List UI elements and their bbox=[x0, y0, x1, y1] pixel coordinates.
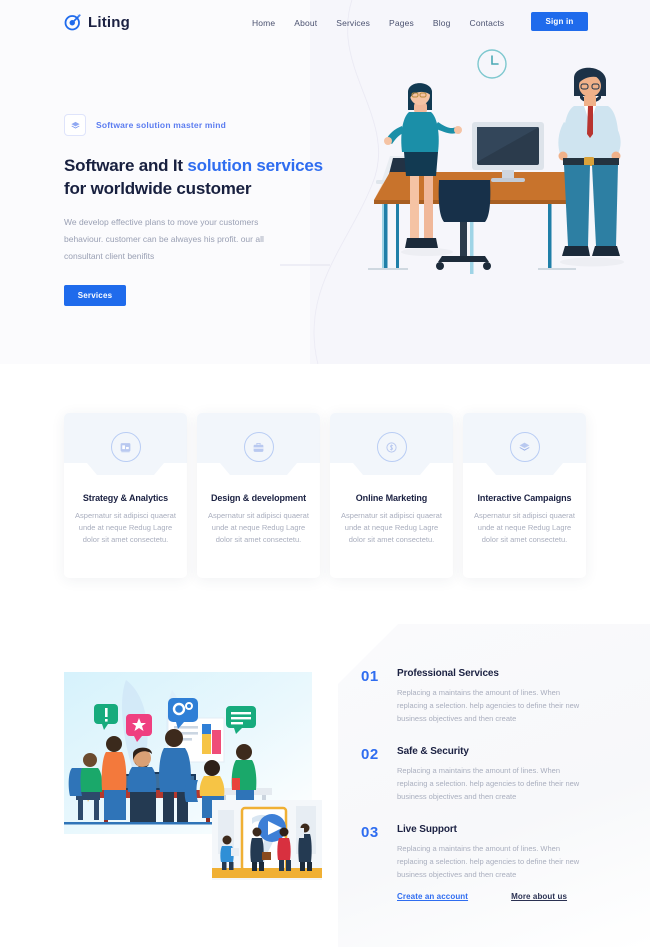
service-card[interactable]: Design & development Aspernatur sit adip… bbox=[197, 413, 320, 578]
layers-stack-icon bbox=[509, 432, 540, 462]
service-card[interactable]: Online Marketing Aspernatur sit adipisci… bbox=[330, 413, 453, 578]
card-text: Aspernatur sit adipisci quaerat unde at … bbox=[341, 511, 442, 544]
feature-list: 01 Professional Services Replacing a mai… bbox=[361, 668, 586, 902]
hero-description: We develop effective plans to move your … bbox=[64, 217, 264, 261]
sign-in-button[interactable]: Sign in bbox=[531, 12, 588, 31]
nav-links: Home About Services Pages Blog Contacts bbox=[252, 18, 504, 28]
card-title: Online Marketing bbox=[355, 493, 428, 503]
target-dart-icon bbox=[64, 14, 81, 31]
nav-item-about[interactable]: About bbox=[294, 18, 317, 28]
office-team-desk-illustration bbox=[368, 49, 624, 274]
wall-clock-icon bbox=[477, 49, 507, 79]
hero-title-highlight: solution services bbox=[187, 156, 323, 175]
feature-item: 02 Safe & Security Replacing a maintains… bbox=[361, 746, 586, 803]
hero-section: Liting Home About Services Pages Blog Co… bbox=[0, 0, 650, 364]
feature-item: 01 Professional Services Replacing a mai… bbox=[361, 668, 586, 725]
feature-text: Replacing a maintains the amount of line… bbox=[397, 688, 580, 723]
feature-title: Professional Services bbox=[397, 668, 499, 679]
card-title: Interactive Campaigns bbox=[477, 493, 572, 503]
coin-dollar-icon bbox=[376, 432, 407, 462]
card-title: Design & development bbox=[210, 493, 307, 503]
create-account-link[interactable]: Create an account bbox=[397, 892, 468, 901]
feature-number: 03 bbox=[361, 824, 379, 841]
feature-links: Create an account More about us bbox=[397, 892, 567, 901]
service-card[interactable]: Interactive Campaigns Aspernatur sit adi… bbox=[463, 413, 586, 578]
feature-number: 02 bbox=[361, 746, 379, 763]
feature-number: 01 bbox=[361, 668, 379, 685]
brand-logo[interactable]: Liting bbox=[64, 13, 130, 31]
hero-eyebrow-text: Software solution master mind bbox=[96, 120, 227, 130]
service-card[interactable]: Strategy & Analytics Aspernatur sit adip… bbox=[64, 413, 187, 578]
nav-item-pages[interactable]: Pages bbox=[389, 18, 414, 28]
hero-title-part2: for worldwide customer bbox=[64, 179, 252, 198]
more-about-us-link[interactable]: More about us bbox=[511, 892, 567, 901]
feature-text: Replacing a maintains the amount of line… bbox=[397, 766, 580, 801]
card-title: Strategy & Analytics bbox=[82, 493, 169, 503]
nav-item-services[interactable]: Services bbox=[336, 18, 370, 28]
hero-services-button[interactable]: Services bbox=[64, 285, 126, 306]
video-play-illustration bbox=[212, 800, 322, 880]
nav-item-home[interactable]: Home bbox=[252, 18, 275, 28]
hero-copy: Software solution master mind Software a… bbox=[64, 114, 334, 306]
nav-item-blog[interactable]: Blog bbox=[433, 18, 451, 28]
card-text: Aspernatur sit adipisci quaerat unde at … bbox=[208, 511, 309, 544]
main-navigation: Liting Home About Services Pages Blog Co… bbox=[0, 0, 650, 46]
card-text: Aspernatur sit adipisci quaerat unde at … bbox=[474, 511, 575, 544]
landing-page: Liting Home About Services Pages Blog Co… bbox=[0, 0, 650, 947]
brand-name: Liting bbox=[88, 13, 131, 31]
feature-text: Replacing a maintains the amount of line… bbox=[397, 844, 580, 879]
hero-eyebrow: Software solution master mind bbox=[64, 114, 334, 136]
feature-item: 03 Live Support Replacing a maintains th… bbox=[361, 824, 586, 881]
hero-title-part1: Software and It bbox=[64, 156, 188, 175]
feature-title: Live Support bbox=[397, 824, 457, 835]
hero-title: Software and It solution services for wo… bbox=[64, 154, 334, 200]
chart-board-icon bbox=[110, 432, 141, 462]
service-cards-section: Strategy & Analytics Aspernatur sit adip… bbox=[64, 413, 586, 578]
feature-title: Safe & Security bbox=[397, 746, 469, 757]
card-text: Aspernatur sit adipisci quaerat unde at … bbox=[75, 511, 176, 544]
briefcase-icon bbox=[243, 432, 274, 462]
man-figure bbox=[558, 67, 621, 256]
nav-item-contacts[interactable]: Contacts bbox=[470, 18, 505, 28]
layers-stack-icon bbox=[64, 114, 86, 136]
